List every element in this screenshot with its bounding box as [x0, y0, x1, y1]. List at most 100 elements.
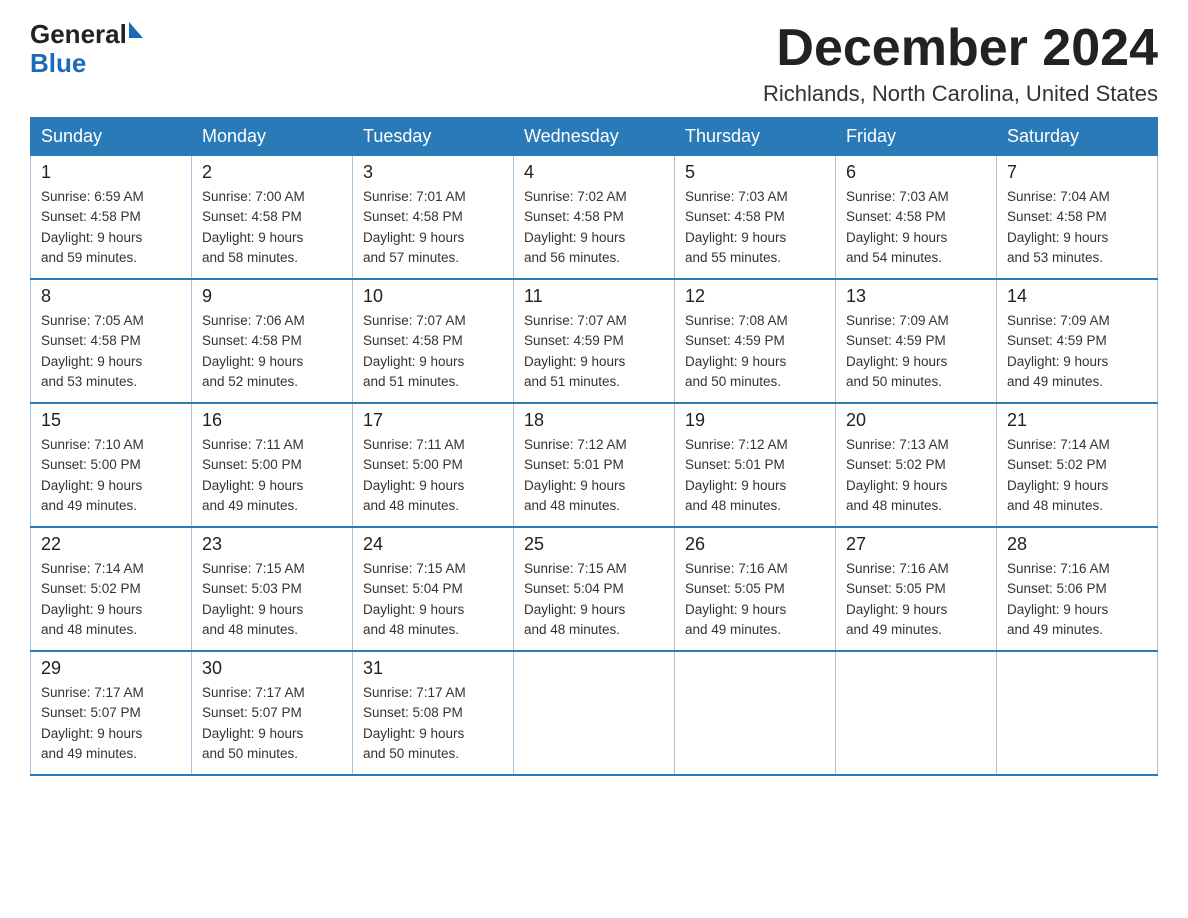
day-cell-19: 19 Sunrise: 7:12 AMSunset: 5:01 PMDayligh… [675, 403, 836, 527]
day-detail: Sunrise: 6:59 AMSunset: 4:58 PMDaylight:… [41, 187, 181, 268]
weekday-header-friday: Friday [836, 118, 997, 156]
day-cell-7: 7Sunrise: 7:04 AMSunset: 4:58 PMDaylight… [997, 156, 1158, 280]
day-cell-4: 4 Sunrise: 7:02 AMSunset: 4:58 PMDaylight… [514, 156, 675, 280]
day-cell-27: 27Sunrise: 7:16 AMSunset: 5:05 PMDayligh… [836, 527, 997, 651]
day-cell-11: 11 Sunrise: 7:07 AMSunset: 4:59 PMDayligh… [514, 279, 675, 403]
day-detail: Sunrise: 7:16 AMSunset: 5:05 PMDaylight:… [846, 559, 986, 640]
day-cell-24: 24 Sunrise: 7:15 AMSunset: 5:04 PMDayligh… [353, 527, 514, 651]
day-detail: Sunrise: 7:16 AMSunset: 5:05 PMDaylight:… [685, 559, 825, 640]
day-number: 22 [41, 534, 181, 555]
weekday-header-wednesday: Wednesday [514, 118, 675, 156]
day-number: 2 [202, 162, 342, 183]
day-detail: Sunrise: 7:15 AMSunset: 5:04 PMDaylight:… [524, 559, 664, 640]
day-detail: Sunrise: 7:11 AMSunset: 5:00 PMDaylight:… [202, 435, 342, 516]
day-number: 17 [363, 410, 503, 431]
day-number: 3 [363, 162, 503, 183]
day-cell-31: 31 Sunrise: 7:17 AMSunset: 5:08 PMDayligh… [353, 651, 514, 775]
day-cell-15: 15 Sunrise: 7:10 AMSunset: 5:00 PMDayligh… [31, 403, 192, 527]
day-detail: Sunrise: 7:08 AMSunset: 4:59 PMDaylight:… [685, 311, 825, 392]
empty-cell [997, 651, 1158, 775]
day-number: 14 [1007, 286, 1147, 307]
weekday-header-sunday: Sunday [31, 118, 192, 156]
day-detail: Sunrise: 7:05 AMSunset: 4:58 PMDaylight:… [41, 311, 181, 392]
page-header: General Blue December 2024 Richlands, No… [30, 20, 1158, 107]
day-number: 7 [1007, 162, 1147, 183]
day-detail: Sunrise: 7:14 AMSunset: 5:02 PMDaylight:… [1007, 435, 1147, 516]
day-detail: Sunrise: 7:10 AMSunset: 5:00 PMDaylight:… [41, 435, 181, 516]
day-detail: Sunrise: 7:16 AMSunset: 5:06 PMDaylight:… [1007, 559, 1147, 640]
day-number: 12 [685, 286, 825, 307]
day-detail: Sunrise: 7:12 AMSunset: 5:01 PMDaylight:… [524, 435, 664, 516]
week-row-5: 29 Sunrise: 7:17 AMSunset: 5:07 PMDayligh… [31, 651, 1158, 775]
day-number: 11 [524, 286, 664, 307]
day-cell-9: 9 Sunrise: 7:06 AMSunset: 4:58 PMDaylight… [192, 279, 353, 403]
day-number: 18 [524, 410, 664, 431]
day-number: 10 [363, 286, 503, 307]
day-number: 8 [41, 286, 181, 307]
day-number: 26 [685, 534, 825, 555]
day-number: 4 [524, 162, 664, 183]
day-detail: Sunrise: 7:17 AMSunset: 5:07 PMDaylight:… [202, 683, 342, 764]
week-row-1: 1 Sunrise: 6:59 AMSunset: 4:58 PMDaylight… [31, 156, 1158, 280]
day-cell-5: 5Sunrise: 7:03 AMSunset: 4:58 PMDaylight… [675, 156, 836, 280]
day-number: 24 [363, 534, 503, 555]
day-cell-22: 22 Sunrise: 7:14 AMSunset: 5:02 PMDayligh… [31, 527, 192, 651]
day-number: 29 [41, 658, 181, 679]
day-number: 9 [202, 286, 342, 307]
day-number: 1 [41, 162, 181, 183]
day-number: 23 [202, 534, 342, 555]
day-cell-17: 17 Sunrise: 7:11 AMSunset: 5:00 PMDayligh… [353, 403, 514, 527]
day-number: 30 [202, 658, 342, 679]
day-detail: Sunrise: 7:07 AMSunset: 4:59 PMDaylight:… [524, 311, 664, 392]
day-detail: Sunrise: 7:17 AMSunset: 5:08 PMDaylight:… [363, 683, 503, 764]
day-detail: Sunrise: 7:07 AMSunset: 4:58 PMDaylight:… [363, 311, 503, 392]
day-number: 31 [363, 658, 503, 679]
day-cell-23: 23 Sunrise: 7:15 AMSunset: 5:03 PMDayligh… [192, 527, 353, 651]
day-number: 6 [846, 162, 986, 183]
day-cell-10: 10 Sunrise: 7:07 AMSunset: 4:58 PMDayligh… [353, 279, 514, 403]
day-detail: Sunrise: 7:11 AMSunset: 5:00 PMDaylight:… [363, 435, 503, 516]
day-cell-16: 16 Sunrise: 7:11 AMSunset: 5:00 PMDayligh… [192, 403, 353, 527]
day-number: 25 [524, 534, 664, 555]
logo-triangle-icon [129, 22, 143, 38]
location-subtitle: Richlands, North Carolina, United States [763, 81, 1158, 107]
weekday-header-thursday: Thursday [675, 118, 836, 156]
day-detail: Sunrise: 7:14 AMSunset: 5:02 PMDaylight:… [41, 559, 181, 640]
day-detail: Sunrise: 7:13 AMSunset: 5:02 PMDaylight:… [846, 435, 986, 516]
day-detail: Sunrise: 7:01 AMSunset: 4:58 PMDaylight:… [363, 187, 503, 268]
day-detail: Sunrise: 7:02 AMSunset: 4:58 PMDaylight:… [524, 187, 664, 268]
title-area: December 2024 Richlands, North Carolina,… [763, 20, 1158, 107]
day-cell-6: 6 Sunrise: 7:03 AMSunset: 4:58 PMDaylight… [836, 156, 997, 280]
empty-cell [675, 651, 836, 775]
week-row-2: 8 Sunrise: 7:05 AMSunset: 4:58 PMDaylight… [31, 279, 1158, 403]
day-detail: Sunrise: 7:17 AMSunset: 5:07 PMDaylight:… [41, 683, 181, 764]
day-cell-18: 18 Sunrise: 7:12 AMSunset: 5:01 PMDayligh… [514, 403, 675, 527]
day-cell-28: 28Sunrise: 7:16 AMSunset: 5:06 PMDayligh… [997, 527, 1158, 651]
day-number: 19 [685, 410, 825, 431]
day-cell-1: 1 Sunrise: 6:59 AMSunset: 4:58 PMDaylight… [31, 156, 192, 280]
day-cell-26: 26 Sunrise: 7:16 AMSunset: 5:05 PMDayligh… [675, 527, 836, 651]
day-cell-30: 30 Sunrise: 7:17 AMSunset: 5:07 PMDayligh… [192, 651, 353, 775]
day-number: 16 [202, 410, 342, 431]
day-cell-14: 14 Sunrise: 7:09 AMSunset: 4:59 PMDayligh… [997, 279, 1158, 403]
day-detail: Sunrise: 7:00 AMSunset: 4:58 PMDaylight:… [202, 187, 342, 268]
day-cell-8: 8 Sunrise: 7:05 AMSunset: 4:58 PMDaylight… [31, 279, 192, 403]
day-detail: Sunrise: 7:12 AMSunset: 5:01 PMDaylight:… [685, 435, 825, 516]
day-number: 21 [1007, 410, 1147, 431]
empty-cell [836, 651, 997, 775]
empty-cell [514, 651, 675, 775]
day-detail: Sunrise: 7:15 AMSunset: 5:04 PMDaylight:… [363, 559, 503, 640]
day-detail: Sunrise: 7:03 AMSunset: 4:58 PMDaylight:… [846, 187, 986, 268]
day-number: 15 [41, 410, 181, 431]
day-detail: Sunrise: 7:15 AMSunset: 5:03 PMDaylight:… [202, 559, 342, 640]
day-cell-12: 12 Sunrise: 7:08 AMSunset: 4:59 PMDayligh… [675, 279, 836, 403]
weekday-header-saturday: Saturday [997, 118, 1158, 156]
day-detail: Sunrise: 7:06 AMSunset: 4:58 PMDaylight:… [202, 311, 342, 392]
calendar-table: SundayMondayTuesdayWednesdayThursdayFrid… [30, 117, 1158, 776]
month-title: December 2024 [763, 20, 1158, 77]
day-cell-3: 3 Sunrise: 7:01 AMSunset: 4:58 PMDaylight… [353, 156, 514, 280]
day-detail: Sunrise: 7:03 AMSunset: 4:58 PMDaylight:… [685, 187, 825, 268]
day-number: 13 [846, 286, 986, 307]
day-detail: Sunrise: 7:09 AMSunset: 4:59 PMDaylight:… [1007, 311, 1147, 392]
day-number: 20 [846, 410, 986, 431]
